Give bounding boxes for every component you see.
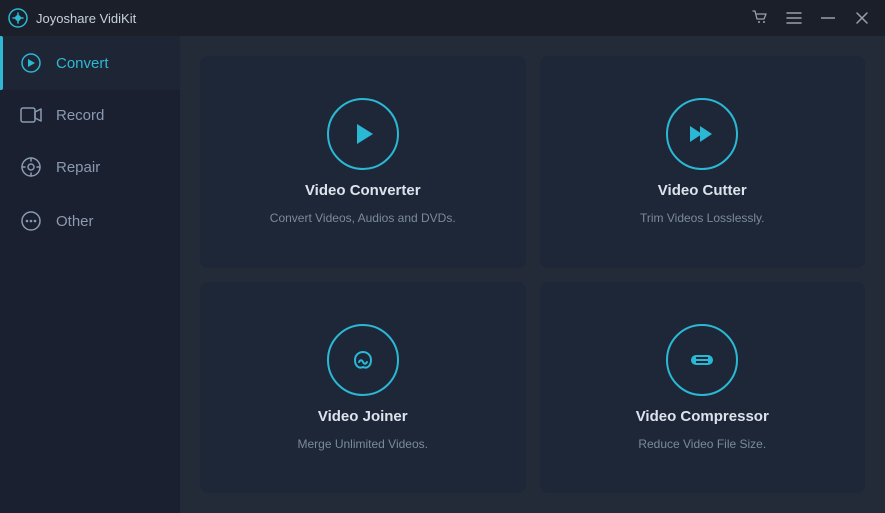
video-compressor-card[interactable]: Video Compressor Reduce Video File Size. [540, 282, 866, 494]
other-icon [20, 210, 42, 232]
video-converter-card[interactable]: Video Converter Convert Videos, Audios a… [200, 56, 526, 268]
convert-icon [20, 52, 42, 74]
video-joiner-card[interactable]: Video Joiner Merge Unlimited Videos. [200, 282, 526, 494]
app-title: Joyoshare VidiKit [36, 11, 136, 26]
convert-label: Convert [56, 55, 109, 72]
video-compressor-title: Video Compressor [636, 408, 769, 425]
video-converter-title: Video Converter [305, 182, 421, 199]
menu-button[interactable] [779, 6, 809, 30]
video-cutter-title: Video Cutter [658, 182, 747, 199]
record-icon [20, 106, 42, 124]
sidebar: Convert Record Repair [0, 36, 180, 513]
other-label: Other [56, 213, 94, 230]
sidebar-item-repair[interactable]: Repair [0, 140, 180, 194]
video-compressor-desc: Reduce Video File Size. [638, 437, 766, 451]
minimize-button[interactable] [813, 6, 843, 30]
video-compressor-icon [666, 324, 738, 396]
main-area: Convert Record Repair [0, 36, 885, 513]
video-cutter-icon [666, 98, 738, 170]
record-label: Record [56, 107, 104, 124]
video-joiner-icon [327, 324, 399, 396]
sidebar-item-record[interactable]: Record [0, 90, 180, 140]
video-converter-desc: Convert Videos, Audios and DVDs. [270, 211, 456, 225]
repair-icon [20, 156, 42, 178]
video-joiner-desc: Merge Unlimited Videos. [297, 437, 428, 451]
content-grid: Video Converter Convert Videos, Audios a… [180, 36, 885, 513]
sidebar-item-convert[interactable]: Convert [0, 36, 180, 90]
app-logo-icon [8, 8, 28, 28]
close-button[interactable] [847, 6, 877, 30]
video-cutter-card[interactable]: Video Cutter Trim Videos Losslessly. [540, 56, 866, 268]
cart-button[interactable] [745, 6, 775, 30]
title-bar-controls [745, 6, 877, 30]
title-bar-left: Joyoshare VidiKit [8, 8, 136, 28]
title-bar: Joyoshare VidiKit [0, 0, 885, 36]
video-cutter-desc: Trim Videos Losslessly. [640, 211, 764, 225]
sidebar-item-other[interactable]: Other [0, 194, 180, 248]
video-converter-icon [327, 98, 399, 170]
video-joiner-title: Video Joiner [318, 408, 408, 425]
repair-label: Repair [56, 159, 100, 176]
